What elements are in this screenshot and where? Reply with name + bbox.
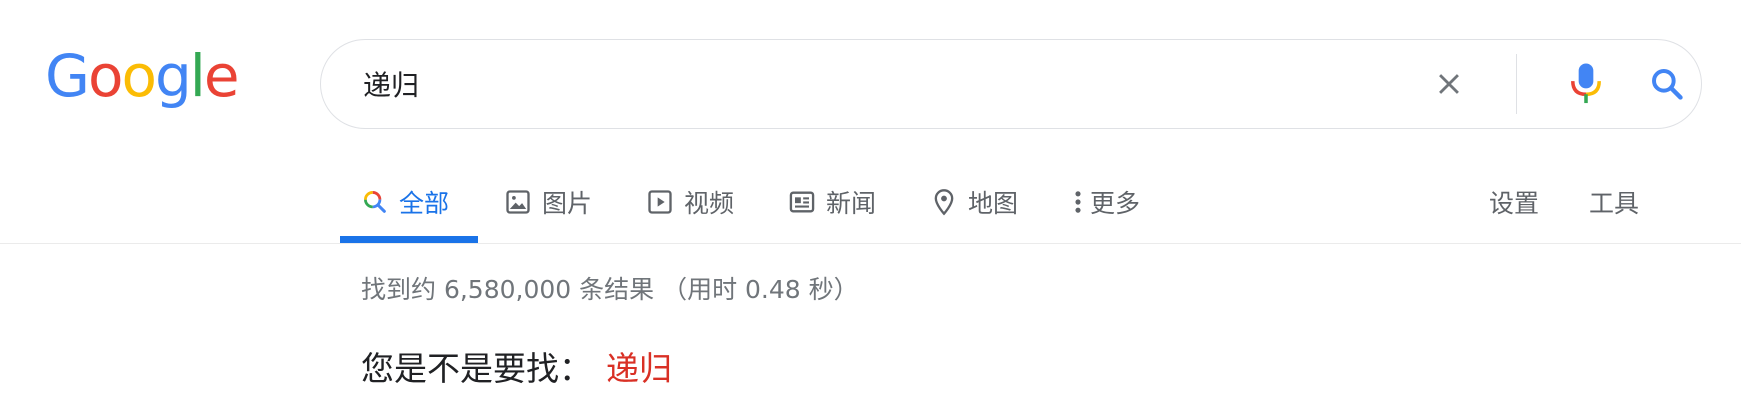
tab-more[interactable]: 更多 bbox=[1072, 160, 1140, 244]
logo-letter: g bbox=[154, 42, 192, 110]
microphone-icon bbox=[1571, 63, 1601, 104]
tools-label: 工具 bbox=[1589, 189, 1640, 218]
tab-all[interactable]: 全部 bbox=[361, 160, 449, 244]
tools-link[interactable]: 工具 bbox=[1589, 160, 1639, 244]
image-icon bbox=[506, 190, 530, 214]
tab-label: 全部 bbox=[399, 189, 450, 218]
video-icon bbox=[648, 190, 672, 214]
more-vert-icon bbox=[1075, 191, 1081, 213]
search-divider bbox=[1516, 54, 1517, 114]
did-you-mean-label: 您是不是要找： bbox=[361, 349, 592, 388]
tab-videos[interactable]: 视频 bbox=[646, 160, 734, 244]
logo-letter: o bbox=[87, 42, 123, 110]
tab-news[interactable]: 新闻 bbox=[788, 160, 876, 244]
tabs-divider bbox=[0, 243, 1741, 244]
logo-letter: G bbox=[45, 42, 90, 110]
tab-label: 新闻 bbox=[826, 189, 877, 218]
settings-label: 设置 bbox=[1489, 189, 1540, 218]
search-tabs: 全部 图片 视频 新闻 地图 更多 设置 工具 bbox=[0, 160, 1741, 244]
tab-label: 图片 bbox=[542, 189, 593, 218]
tab-label: 视频 bbox=[684, 189, 735, 218]
settings-link[interactable]: 设置 bbox=[1489, 160, 1539, 244]
tab-images[interactable]: 图片 bbox=[504, 160, 592, 244]
google-logo[interactable]: Google bbox=[45, 36, 240, 116]
voice-search-button[interactable] bbox=[1558, 40, 1614, 128]
logo-letter: l bbox=[189, 42, 206, 110]
search-input[interactable] bbox=[363, 60, 1363, 108]
logo-letter: o bbox=[121, 42, 156, 110]
search-icon bbox=[364, 191, 386, 213]
tab-label: 地图 bbox=[968, 189, 1019, 218]
tab-label: 更多 bbox=[1090, 189, 1141, 218]
news-icon bbox=[789, 191, 815, 213]
tab-maps[interactable]: 地图 bbox=[930, 160, 1018, 244]
search-box bbox=[320, 39, 1702, 129]
logo-letter: e bbox=[203, 42, 240, 110]
result-stats: 找到约 6,580,000 条结果 （用时 0.48 秒） bbox=[361, 275, 859, 304]
clear-button[interactable] bbox=[1421, 40, 1477, 128]
did-you-mean: 您是不是要找： 递归 bbox=[361, 342, 672, 390]
did-you-mean-link[interactable]: 递归 bbox=[606, 349, 672, 388]
active-tab-indicator bbox=[340, 236, 478, 243]
map-pin-icon bbox=[934, 189, 954, 216]
search-icon bbox=[1652, 69, 1683, 100]
close-icon bbox=[1439, 74, 1459, 94]
search-button[interactable] bbox=[1639, 40, 1695, 128]
